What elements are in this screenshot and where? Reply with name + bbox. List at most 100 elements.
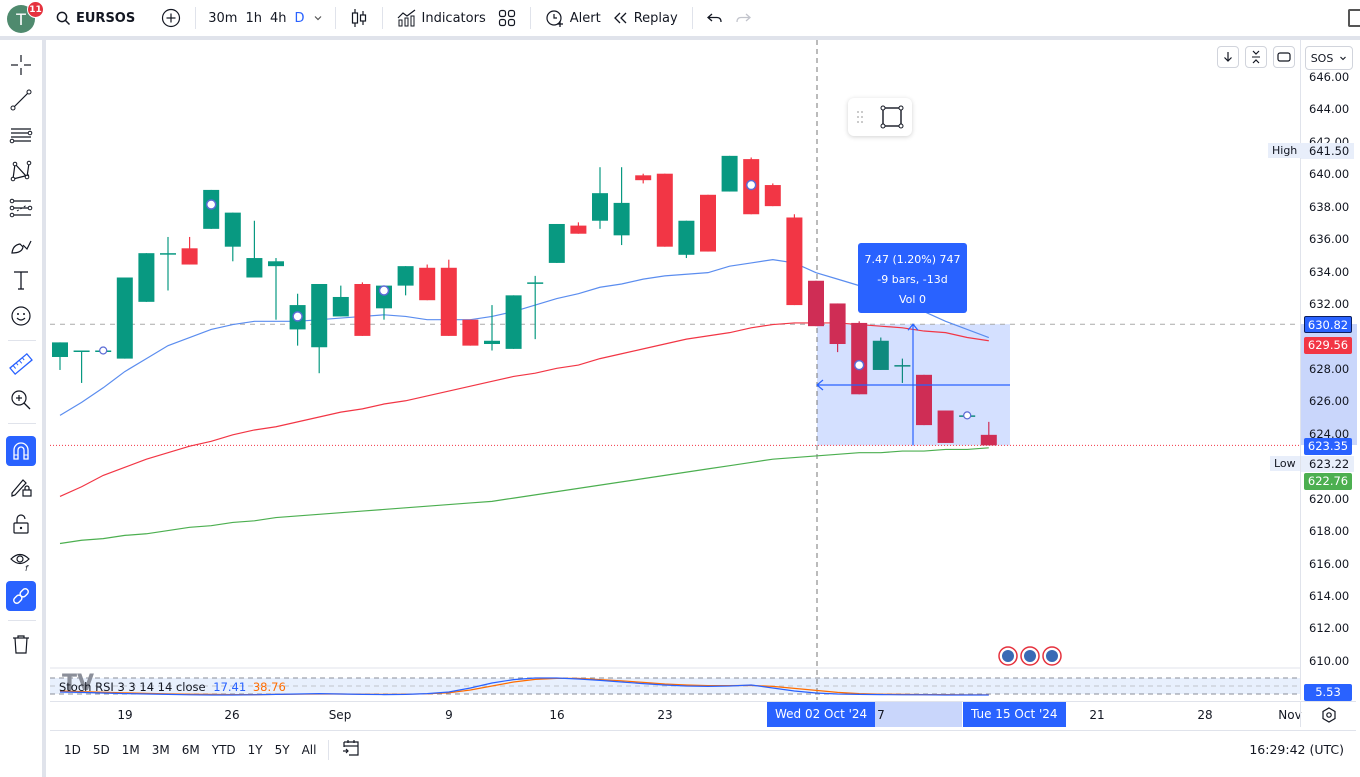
lock-drawings-tool[interactable] bbox=[6, 472, 36, 502]
replay-label: Replay bbox=[633, 10, 678, 26]
candle bbox=[484, 305, 500, 351]
chart-type-button[interactable] bbox=[344, 3, 374, 33]
candle-body bbox=[484, 340, 500, 345]
time-label: 21 bbox=[1089, 708, 1105, 722]
range-6m[interactable]: 6M bbox=[176, 743, 206, 757]
indicators-label: Indicators bbox=[421, 10, 486, 26]
range-ytd[interactable]: YTD bbox=[206, 743, 242, 757]
ruler-icon bbox=[9, 352, 33, 376]
candle bbox=[656, 173, 673, 247]
divider bbox=[381, 7, 383, 29]
event-marker-icon bbox=[853, 359, 865, 371]
zoom-in-tool[interactable] bbox=[6, 385, 36, 415]
interval-d[interactable]: D bbox=[290, 3, 308, 33]
layouts-button[interactable] bbox=[492, 3, 522, 33]
drag-handle-icon[interactable] bbox=[856, 110, 864, 124]
range-1y[interactable]: 1Y bbox=[242, 743, 269, 757]
time-axis[interactable]: 19 26 Sep 9 16 23 7 21 28 Nov Wed 02 Oct… bbox=[50, 701, 1356, 728]
crosshair-tool[interactable] bbox=[6, 50, 36, 80]
candle-body bbox=[635, 175, 652, 181]
fullscreen-button[interactable] bbox=[1348, 9, 1360, 27]
interval-4h[interactable]: 4h bbox=[266, 3, 291, 33]
stoch-rsi-legend[interactable]: Stoch RSI 3 3 14 14 close 17.41 38.76 bbox=[59, 680, 286, 694]
price-tick-label: 634.00 bbox=[1309, 264, 1350, 279]
magnet-icon bbox=[13, 442, 29, 460]
range-1m[interactable]: 1M bbox=[116, 743, 146, 757]
interval-label: 30m bbox=[208, 10, 238, 26]
last-price-tag: 623.35 bbox=[1304, 438, 1352, 455]
magnet-tool[interactable] bbox=[6, 436, 36, 466]
redo-button[interactable] bbox=[729, 3, 757, 33]
price-chart[interactable]: TV bbox=[50, 40, 1300, 700]
candle bbox=[268, 258, 284, 320]
brush-tool[interactable] bbox=[6, 230, 36, 260]
pattern-tool[interactable] bbox=[6, 156, 36, 186]
price-tick-label: 618.00 bbox=[1309, 524, 1350, 539]
ma-green-price-tag: 622.76 bbox=[1304, 473, 1352, 490]
price-tick-label: 620.00 bbox=[1309, 491, 1350, 506]
maximize-button[interactable] bbox=[1273, 46, 1295, 68]
interval-1h[interactable]: 1h bbox=[241, 3, 266, 33]
candle-body bbox=[52, 342, 68, 357]
collapse-button[interactable] bbox=[1245, 46, 1267, 68]
maximize-icon bbox=[1277, 52, 1291, 62]
interval-dropdown[interactable] bbox=[309, 3, 327, 33]
interval-30m[interactable]: 30m bbox=[204, 3, 241, 33]
clock[interactable]: 16:29:42 (UTC) bbox=[1249, 742, 1344, 757]
sync-drawings-tool[interactable] bbox=[6, 581, 36, 611]
chart-settings-button[interactable] bbox=[1300, 702, 1356, 727]
fib-tool[interactable] bbox=[6, 193, 36, 223]
plus-circle-icon bbox=[162, 8, 181, 28]
top-toolbar: T 11 EURSOS 30m 1h 4h D Indicators Alert… bbox=[0, 0, 1360, 36]
price-scale[interactable]: 646.00 644.00 642.00 640.00 638.00 636.00 634.… bbox=[1300, 40, 1357, 700]
price-tick-label: 636.00 bbox=[1309, 232, 1350, 247]
text-tool[interactable] bbox=[6, 265, 36, 295]
hide-tool[interactable]: f bbox=[6, 545, 36, 575]
indicators-button[interactable]: Indicators bbox=[391, 3, 492, 33]
symbol-search-button[interactable]: EURSOS bbox=[50, 3, 141, 33]
remove-drawings-tool[interactable] bbox=[6, 629, 36, 659]
range-5y[interactable]: 5Y bbox=[269, 743, 296, 757]
range-all[interactable]: All bbox=[296, 743, 323, 757]
undo-button[interactable] bbox=[701, 3, 729, 33]
price-tick-label: 616.00 bbox=[1309, 556, 1350, 571]
search-icon bbox=[56, 11, 71, 25]
fib-retracement-icon bbox=[9, 198, 33, 218]
candle bbox=[635, 173, 652, 184]
alert-label: Alert bbox=[569, 10, 601, 26]
flag-icon bbox=[1046, 650, 1058, 662]
rectangle-tool-icon[interactable] bbox=[880, 105, 904, 129]
candle bbox=[397, 266, 414, 296]
trend-line-tool[interactable] bbox=[6, 85, 36, 115]
dividend-marker-icon bbox=[963, 411, 972, 420]
candle-body bbox=[224, 212, 241, 247]
candle-body bbox=[548, 223, 565, 263]
zoom-in-icon bbox=[11, 390, 31, 410]
scroll-to-latest-button[interactable] bbox=[1217, 46, 1239, 68]
compare-symbol-button[interactable] bbox=[155, 3, 187, 33]
measure-tool[interactable] bbox=[6, 349, 36, 379]
horizontal-lines-tool[interactable] bbox=[6, 120, 36, 150]
range-3m[interactable]: 3M bbox=[146, 743, 176, 757]
alert-button[interactable]: Alert bbox=[539, 3, 607, 33]
go-to-date-button[interactable] bbox=[335, 738, 367, 761]
range-1d[interactable]: 1D bbox=[58, 743, 87, 757]
candle-body bbox=[700, 194, 716, 252]
candle bbox=[721, 155, 738, 192]
candle-body bbox=[311, 283, 328, 348]
undo-icon bbox=[706, 13, 722, 23]
candle-body bbox=[808, 280, 824, 327]
replay-button[interactable]: Replay bbox=[607, 3, 684, 33]
high-label: High bbox=[1268, 143, 1302, 158]
replay-icon bbox=[613, 12, 627, 24]
price-tick-label: 626.00 bbox=[1309, 394, 1350, 409]
lock-all-tool[interactable] bbox=[6, 509, 36, 539]
range-5d[interactable]: 5D bbox=[87, 743, 116, 757]
candle-body bbox=[678, 220, 695, 255]
emoji-tool[interactable] bbox=[6, 301, 36, 331]
candle-body bbox=[116, 277, 133, 359]
gear-icon bbox=[1321, 706, 1336, 723]
candle bbox=[440, 259, 457, 336]
candle-body bbox=[829, 303, 846, 345]
candle-body bbox=[181, 248, 198, 265]
